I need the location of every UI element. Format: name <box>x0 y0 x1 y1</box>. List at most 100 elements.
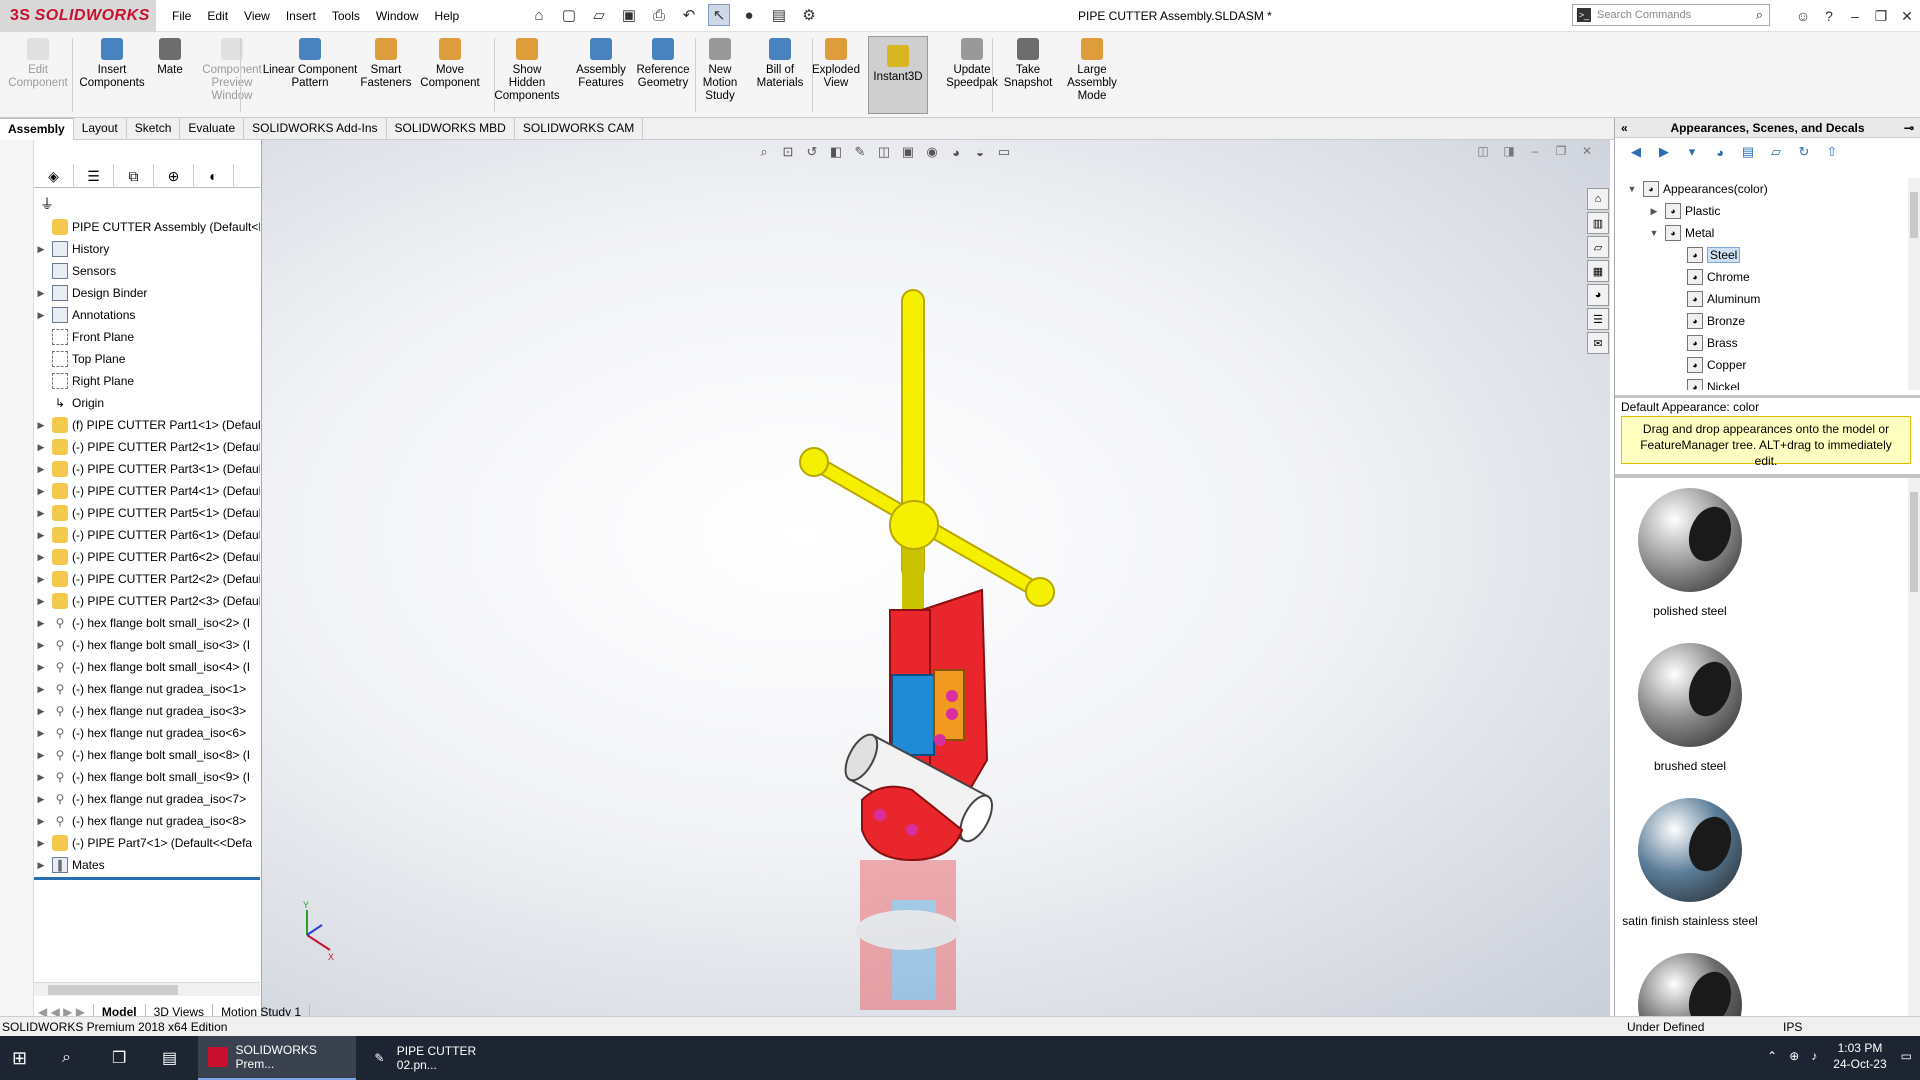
taskbar-image-viewer[interactable]: ✎ PIPE CUTTER 02.pn... <box>360 1036 512 1080</box>
expand-arrow-icon[interactable]: ▶ <box>34 728 48 739</box>
expand-arrow-icon[interactable]: ▼ <box>1625 184 1639 194</box>
menu-view[interactable]: View <box>244 9 270 23</box>
tab-layout[interactable]: Layout <box>74 118 127 140</box>
menu-help[interactable]: Help <box>435 9 460 23</box>
search-icon[interactable]: ⌕ <box>62 1036 71 1080</box>
expand-arrow-icon[interactable]: ▶ <box>34 486 48 497</box>
help-icon[interactable]: ? <box>1816 8 1842 24</box>
expand-arrow-icon[interactable]: ▶ <box>34 750 48 761</box>
tree-item[interactable]: ▶ (-) PIPE Part7<1> (Default<<Defa <box>34 832 260 854</box>
minimize-icon[interactable]: – <box>1842 8 1868 24</box>
tab-sketch[interactable]: Sketch <box>127 118 181 140</box>
select-arrow-icon[interactable]: ↖ <box>708 4 730 26</box>
menu-edit[interactable]: Edit <box>207 9 228 23</box>
appearance-tree-item[interactable]: ◕ Chrome <box>1615 266 1907 288</box>
expand-arrow-icon[interactable]: ▶ <box>34 244 48 255</box>
tree-item[interactable]: ▶ (f) PIPE CUTTER Part1<1> (Default <box>34 414 260 436</box>
filter-icon[interactable]: ⏚ <box>40 194 54 214</box>
tree-item[interactable]: Front Plane <box>34 326 260 348</box>
tree-item[interactable]: ▶ ⚲ (-) hex flange nut gradea_iso<7> <box>34 788 260 810</box>
appearance-swatch[interactable]: polished steel <box>1615 484 1765 618</box>
ribbon-edit-component-button[interactable]: Edit Component <box>8 38 68 90</box>
task-view-icon[interactable]: ❐ <box>112 1036 126 1080</box>
ribbon-large-assembly-mode-button[interactable]: Large Assembly Mode <box>1062 38 1122 103</box>
tree-item[interactable]: ▶ ⚲ (-) hex flange nut gradea_iso<8> <box>34 810 260 832</box>
appearance-tree-item[interactable]: ▶ ◕ Plastic <box>1615 200 1907 222</box>
tree-item[interactable]: ▶ (-) PIPE CUTTER Part5<1> (Defaul <box>34 502 260 524</box>
ribbon-component-preview-window-button[interactable]: Component Preview Window <box>200 38 264 103</box>
expand-arrow-icon[interactable]: ▶ <box>34 552 48 563</box>
expand-arrow-icon[interactable]: ▶ <box>34 310 48 321</box>
tree-item[interactable]: ▶ ⚲ (-) hex flange nut gradea_iso<6> <box>34 722 260 744</box>
save-icon[interactable]: ▣ <box>618 4 640 26</box>
expand-arrow-icon[interactable]: ▶ <box>34 662 48 673</box>
notifications-icon[interactable]: ▭ <box>1901 1049 1912 1063</box>
ribbon-insert-components-button[interactable]: Insert Components <box>78 38 146 90</box>
scroll-thumb[interactable] <box>1910 192 1918 238</box>
print-icon[interactable]: ⎙ <box>648 4 670 26</box>
clock[interactable]: 1:03 PM 24-Oct-23 <box>1833 1040 1886 1072</box>
tree-item[interactable]: ▶ ⚲ (-) hex flange bolt small_iso<2> (I <box>34 612 260 634</box>
expand-arrow-icon[interactable]: ▼ <box>1647 228 1661 238</box>
scroll-thumb[interactable] <box>48 985 178 995</box>
file-explorer-icon[interactable]: ▱ <box>1587 236 1609 258</box>
add-folder-icon[interactable]: ▱ <box>1765 141 1787 163</box>
add-file-location-icon[interactable]: ▤ <box>1737 141 1759 163</box>
tree-item[interactable]: ▶ (-) PIPE CUTTER Part2<1> (Defaul <box>34 436 260 458</box>
appearance-tree-item[interactable]: ◕ Nickel <box>1615 376 1907 390</box>
options-gear-icon[interactable]: ⚙ <box>798 4 820 26</box>
ribbon-show-hidden-components-button[interactable]: Show Hidden Components <box>492 38 562 103</box>
menu-window[interactable]: Window <box>376 9 419 23</box>
dimxpert-tab-icon[interactable]: ⊕ <box>154 164 194 188</box>
appearance-ball-icon[interactable]: ◕ <box>1709 141 1731 163</box>
scroll-thumb[interactable] <box>1910 492 1918 592</box>
appearance-swatch[interactable] <box>1615 949 1765 1016</box>
collapse-pane-icon[interactable]: « <box>1621 121 1628 135</box>
appearance-tree-item[interactable]: ◕ Steel <box>1615 244 1907 266</box>
tree-item[interactable]: ▶ (-) PIPE CUTTER Part6<1> (Defaul <box>34 524 260 546</box>
graphics-area[interactable]: ⌕ ⊡ ↺ ◧ ✎ ◫ ▣ ◉ ◕ ◒ ▭ ◫ ◨ – ❐ ✕ Y X <box>262 140 1610 1016</box>
ribbon-bill-of-materials-button[interactable]: Bill of Materials <box>752 38 808 90</box>
home-icon[interactable]: ⌂ <box>528 4 550 26</box>
tab-solidworks-mbd[interactable]: SOLIDWORKS MBD <box>387 118 515 140</box>
appearance-swatch[interactable]: brushed steel <box>1615 639 1765 773</box>
search-icon[interactable]: ⌕ <box>1756 7 1763 23</box>
expand-arrow-icon[interactable]: ▶ <box>34 530 48 541</box>
undo-icon[interactable]: ↶ <box>678 4 700 26</box>
tree-item[interactable]: ▶ (-) PIPE CUTTER Part2<3> (Defaul <box>34 590 260 612</box>
ribbon-take-snapshot-button[interactable]: Take Snapshot <box>1000 38 1056 90</box>
tree-item[interactable]: ▶ ∥ Mates <box>34 854 260 876</box>
chevron-up-icon[interactable]: ⌃ <box>1767 1049 1777 1063</box>
appearance-tree-item[interactable]: ▼ ◕ Metal <box>1615 222 1907 244</box>
horizontal-scrollbar[interactable] <box>34 982 260 996</box>
taskbar-solidworks[interactable]: SOLIDWORKS Prem... <box>198 1036 356 1080</box>
menu-insert[interactable]: Insert <box>286 9 316 23</box>
ribbon-instant3d-button[interactable]: Instant3D <box>868 36 928 114</box>
forward-icon[interactable]: ▶ <box>1653 141 1675 163</box>
expand-arrow-icon[interactable]: ▶ <box>34 420 48 431</box>
pin-icon[interactable]: ⊸ <box>1904 121 1914 135</box>
search-commands-input[interactable]: >_ Search Commands ⌕ <box>1572 4 1770 26</box>
tree-item[interactable]: Right Plane <box>34 370 260 392</box>
tree-item[interactable]: ▶ ⚲ (-) hex flange bolt small_iso<4> (I <box>34 656 260 678</box>
ribbon-smart-fasteners-button[interactable]: Smart Fasteners <box>360 38 412 90</box>
appearance-tree-item[interactable]: ◕ Bronze <box>1615 310 1907 332</box>
tab-evaluate[interactable]: Evaluate <box>180 118 245 140</box>
solidworks-resources-icon[interactable]: ⌂ <box>1587 188 1609 210</box>
ribbon-exploded-view-button[interactable]: Exploded View <box>808 38 864 90</box>
view-palette-icon[interactable]: ▦ <box>1587 260 1609 282</box>
close-icon[interactable]: ✕ <box>1894 8 1920 25</box>
display-manager-tab-icon[interactable]: ◐ <box>194 164 234 188</box>
dropdown-icon[interactable]: ▾ <box>1681 141 1703 163</box>
pipe-cutter-model[interactable]: Y X <box>262 140 1610 1016</box>
appearances-icon[interactable]: ◕ <box>1587 284 1609 306</box>
ribbon-new-motion-study-button[interactable]: New Motion Study <box>696 38 744 103</box>
unit-system[interactable]: IPS <box>1783 1020 1802 1034</box>
tree-item[interactable]: ▶ Design Binder <box>34 282 260 304</box>
property-manager-tab-icon[interactable]: ☰ <box>74 164 114 188</box>
tree-item[interactable]: Top Plane <box>34 348 260 370</box>
tree-item[interactable]: ▶ (-) PIPE CUTTER Part4<1> (Defaul <box>34 480 260 502</box>
tree-item[interactable]: ▶ (-) PIPE CUTTER Part3<1> (Defaul <box>34 458 260 480</box>
user-icon[interactable]: ☺ <box>1790 8 1816 24</box>
appearance-tree-item[interactable]: ◕ Brass <box>1615 332 1907 354</box>
